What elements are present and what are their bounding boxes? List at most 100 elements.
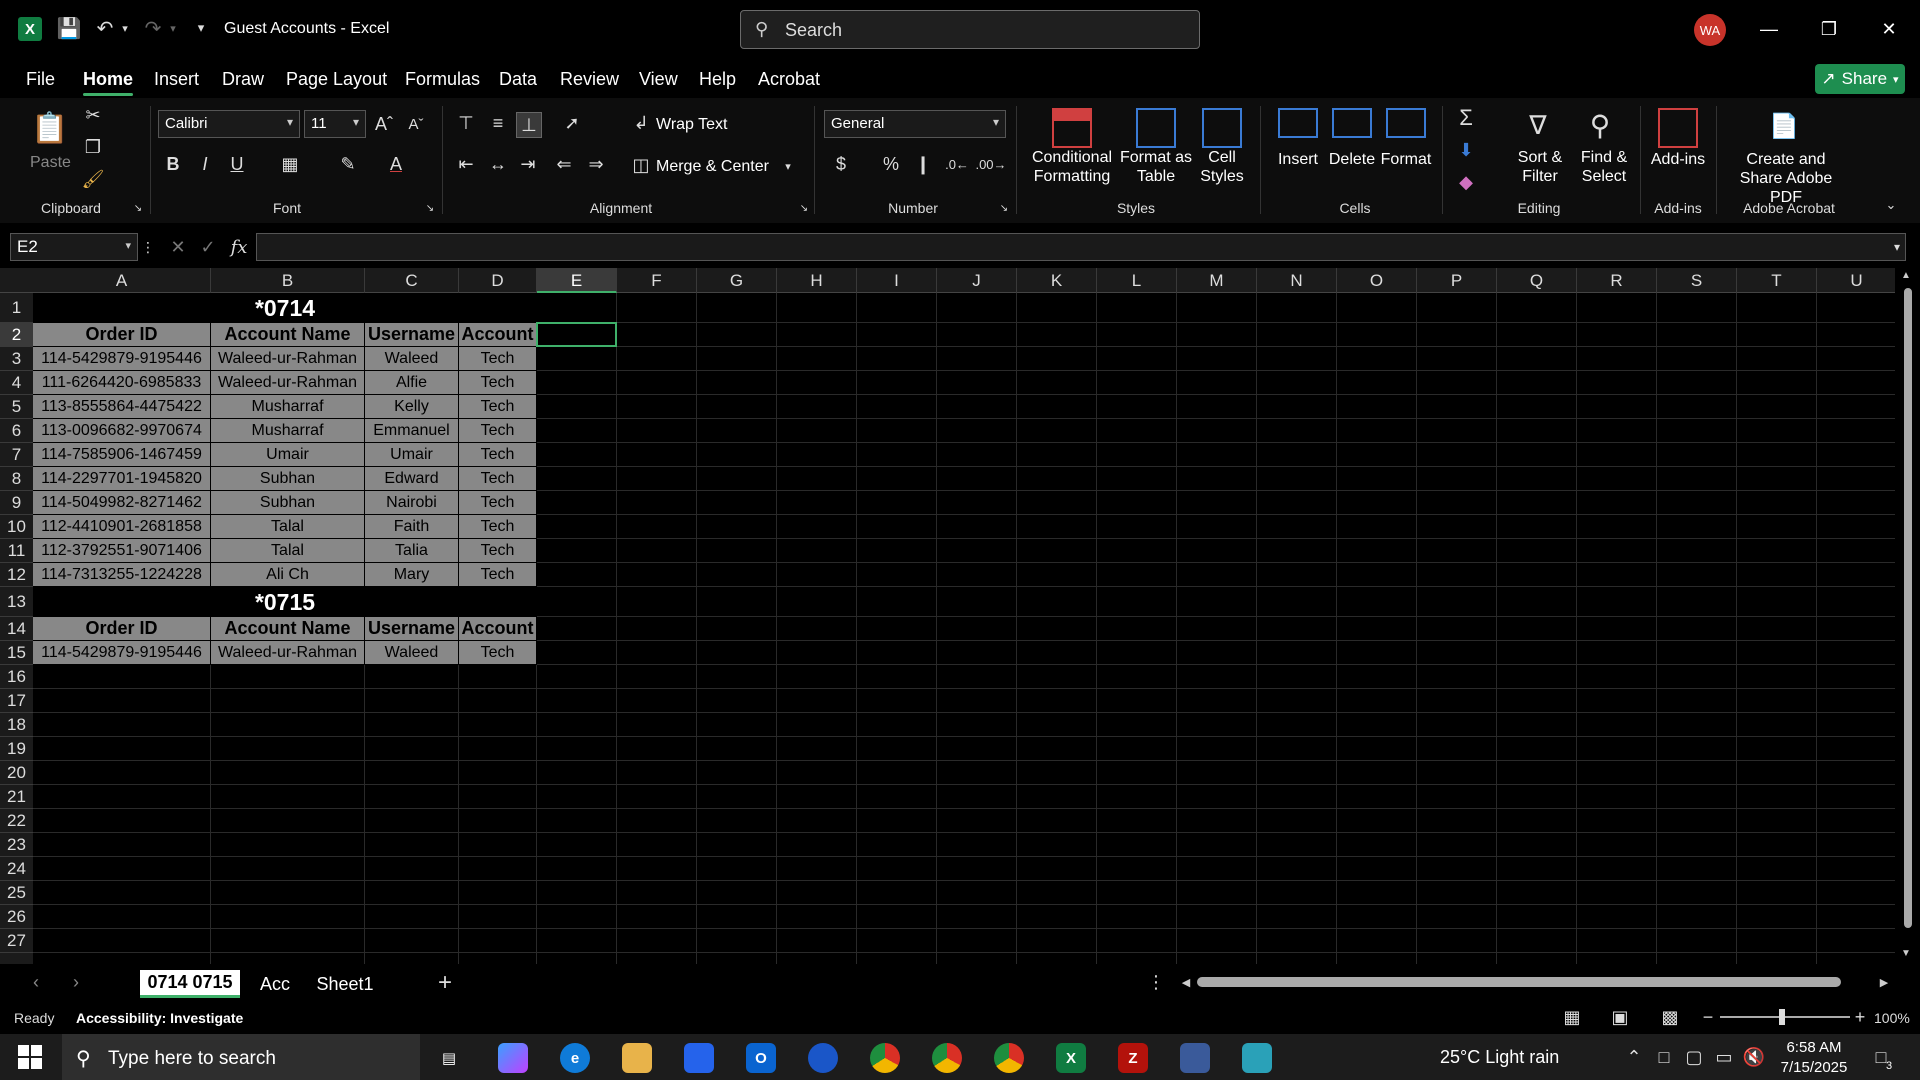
table-cell[interactable]: Waleed-ur-Rahman [211, 371, 365, 395]
task-view-icon[interactable]: ▤ [434, 1043, 464, 1073]
table-cell[interactable]: Kelly [365, 395, 459, 419]
find-select-icon[interactable]: ⚲ [1580, 106, 1620, 144]
underline-icon[interactable]: U [226, 152, 248, 176]
selected-cell[interactable] [536, 322, 617, 347]
column-header-c[interactable]: C [365, 268, 459, 293]
copilot-icon[interactable] [498, 1043, 528, 1073]
search-box[interactable]: ⚲ [740, 10, 1200, 49]
app-icon[interactable] [1242, 1043, 1272, 1073]
block-title[interactable]: *0714 [33, 293, 537, 323]
increase-decimal-icon[interactable]: .0← [944, 152, 970, 176]
search-input[interactable] [785, 17, 1185, 43]
format-as-table-icon[interactable] [1136, 108, 1176, 148]
redo-dropdown-icon[interactable]: ▾ [166, 18, 180, 38]
decrease-font-icon[interactable]: Aˇ [404, 112, 428, 136]
table-cell[interactable]: Waleed [365, 641, 459, 665]
column-header-b[interactable]: B [211, 268, 365, 293]
prev-sheet-icon[interactable]: ‹ [26, 972, 46, 992]
table-cell[interactable]: 114-5049982-8271462 [33, 491, 211, 515]
column-header-q[interactable]: Q [1497, 268, 1577, 293]
table-cell[interactable]: Musharraf [211, 419, 365, 443]
font-name-select[interactable]: Calibri ▾ [158, 110, 300, 138]
table-cell[interactable]: Tech [459, 467, 537, 491]
table-header-cell[interactable]: Order ID [33, 617, 211, 641]
table-cell[interactable]: 113-8555864-4475422 [33, 395, 211, 419]
table-cell[interactable]: Tech [459, 515, 537, 539]
number-launcher-icon[interactable]: ↘ [998, 202, 1010, 214]
vertical-scroll-thumb[interactable] [1904, 288, 1912, 928]
share-button[interactable]: ↗ Share ▾ [1815, 64, 1905, 94]
column-header-o[interactable]: O [1337, 268, 1417, 293]
minimize-button[interactable]: — [1754, 14, 1784, 44]
delete-cells-label[interactable]: Delete [1324, 150, 1380, 169]
row-header-24[interactable]: 24 [0, 857, 33, 881]
row-header-14[interactable]: 14 [0, 617, 33, 641]
column-header-t[interactable]: T [1737, 268, 1817, 293]
table-cell[interactable]: Tech [459, 641, 537, 665]
percent-icon[interactable]: % [880, 152, 902, 176]
menu-view[interactable]: View [639, 69, 678, 90]
table-cell[interactable]: Tech [459, 395, 537, 419]
add-ins-icon[interactable] [1658, 108, 1698, 148]
fill-icon[interactable]: ⬇ [1454, 138, 1478, 162]
table-cell[interactable]: Tech [459, 347, 537, 371]
sort-filter-icon[interactable]: ∇ [1518, 106, 1558, 144]
horizontal-scroll-thumb[interactable] [1197, 977, 1841, 987]
column-header-n[interactable]: N [1257, 268, 1337, 293]
table-cell[interactable]: Subhan [211, 491, 365, 515]
name-box[interactable]: E2 ▾ [10, 233, 138, 261]
taskbar-search[interactable]: ⚲ Type here to search [62, 1034, 420, 1080]
redo-icon[interactable]: ↷ [140, 15, 166, 41]
microsoft-store-icon[interactable] [684, 1043, 714, 1073]
table-cell[interactable]: 114-2297701-1945820 [33, 467, 211, 491]
table-cell[interactable]: Waleed-ur-Rahman [211, 641, 365, 665]
table-cell[interactable]: Umair [211, 443, 365, 467]
row-header-3[interactable]: 3 [0, 347, 33, 371]
copy-icon[interactable]: ❐ [82, 136, 104, 158]
chrome-icon[interactable] [870, 1043, 900, 1073]
scroll-up-icon[interactable]: ▲ [1901, 270, 1911, 281]
windows-start-icon[interactable] [18, 1045, 42, 1069]
row-header-26[interactable]: 26 [0, 905, 33, 929]
row-header-15[interactable]: 15 [0, 641, 33, 665]
row-header-4[interactable]: 4 [0, 371, 33, 395]
format-as-table-label[interactable]: Format as Table [1116, 148, 1196, 186]
column-header-a[interactable]: A [33, 268, 211, 293]
paste-label[interactable]: Paste [30, 153, 71, 172]
excel-taskbar-icon[interactable]: X [1056, 1043, 1086, 1073]
align-bottom-icon[interactable]: ⊥ [516, 112, 542, 138]
meet-icon[interactable]: ▢ [1684, 1046, 1704, 1068]
format-cells-icon[interactable] [1386, 108, 1426, 138]
table-cell[interactable]: Tech [459, 419, 537, 443]
table-cell[interactable]: Nairobi [365, 491, 459, 515]
row-header-6[interactable]: 6 [0, 419, 33, 443]
chevron-down-icon[interactable]: ▾ [780, 156, 796, 176]
table-cell[interactable]: 114-5429879-9195446 [33, 641, 211, 665]
table-cell[interactable]: 113-0096682-9970674 [33, 419, 211, 443]
menu-review[interactable]: Review [560, 69, 619, 90]
table-cell[interactable]: Faith [365, 515, 459, 539]
more-options-icon[interactable]: ⋮ [141, 235, 155, 259]
orientation-icon[interactable]: ➚ [554, 112, 590, 134]
font-launcher-icon[interactable]: ↘ [424, 202, 436, 214]
battery-icon[interactable]: ▭ [1714, 1046, 1734, 1068]
menu-draw[interactable]: Draw [222, 69, 264, 90]
row-header-1[interactable]: 1 [0, 293, 33, 323]
table-cell[interactable]: Tech [459, 491, 537, 515]
column-header-m[interactable]: M [1177, 268, 1257, 293]
table-header-cell[interactable]: Account [459, 617, 537, 641]
worksheet-grid[interactable]: ABCDEFGHIJKLMNOPQRSTU 1 2 3 4 5 6 7 8 9 10 11 12 13 1… [0, 268, 1920, 964]
format-painter-icon[interactable]: 🖌 [82, 168, 105, 190]
table-header-cell[interactable]: Account [459, 323, 537, 347]
conditional-formatting-icon[interactable] [1052, 108, 1092, 148]
scroll-right-icon[interactable]: ▶ [1876, 972, 1892, 992]
table-cell[interactable]: Tech [459, 443, 537, 467]
table-cell[interactable]: Tech [459, 539, 537, 563]
increase-font-icon[interactable]: Aˆ [372, 112, 396, 136]
table-cell[interactable]: Waleed [365, 347, 459, 371]
row-header-18[interactable]: 18 [0, 713, 33, 737]
row-header-2[interactable]: 2 [0, 323, 33, 347]
zoom-slider-thumb[interactable] [1779, 1009, 1785, 1025]
menu-home[interactable]: Home [83, 69, 133, 90]
column-header-d[interactable]: D [459, 268, 537, 293]
